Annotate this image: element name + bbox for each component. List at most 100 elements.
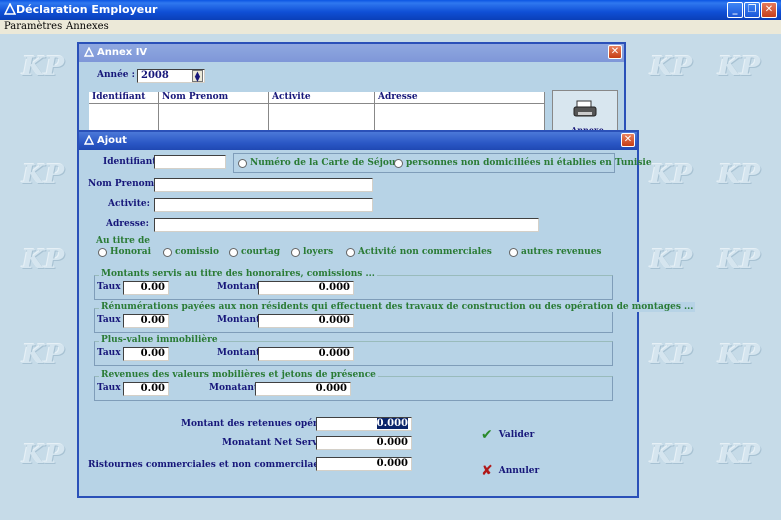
watermark-logo: KP xyxy=(650,245,693,275)
taux-field[interactable]: 0.00 xyxy=(123,314,169,328)
montant-field[interactable]: 0.000 xyxy=(258,347,354,361)
taux-field[interactable]: 0.00 xyxy=(123,382,169,396)
identifiant-field[interactable] xyxy=(154,155,226,169)
id-type-group: Numéro de la Carte de Séjour personnes n… xyxy=(233,153,652,173)
col-identifiant[interactable]: Identifiant xyxy=(89,92,159,104)
print-annexe-button[interactable]: Annexe xyxy=(552,90,618,135)
au-titre-label: Au titre de xyxy=(96,236,151,246)
radio-label: Numéro de la Carte de Séjour xyxy=(250,158,401,168)
radio-courtage[interactable]: courtag xyxy=(229,247,280,257)
radio-circle-icon xyxy=(346,247,355,257)
window-logo-icon xyxy=(83,46,95,60)
watermark-logo: KP xyxy=(650,52,693,82)
retenues-value: 0.000 xyxy=(376,418,408,429)
watermark-logo: KP xyxy=(718,440,761,470)
watermark-logo: KP xyxy=(22,245,65,275)
watermark-logo: KP xyxy=(650,440,693,470)
watermark-logo: KP xyxy=(22,52,65,82)
app-logo-icon xyxy=(3,2,17,15)
radio-circle-icon xyxy=(394,158,403,168)
net-servi-label: Monatant Net Servi : xyxy=(222,438,328,448)
group-title: Rénumérations payées aux non résidents q… xyxy=(99,302,696,312)
radio-label: loyers xyxy=(303,247,334,257)
activite-label: Activite: xyxy=(108,199,150,209)
valider-button[interactable]: ✔ Valider xyxy=(481,427,534,443)
radio-label: personnes non domiciliées ni établies en… xyxy=(406,158,652,168)
taux-field[interactable]: 0.00 xyxy=(123,281,169,295)
annuler-label: Annuler xyxy=(498,466,540,476)
radio-autres-revenues[interactable]: autres revenues xyxy=(509,247,602,257)
minimize-icon[interactable]: _ xyxy=(727,2,743,18)
au-titre-group: Au titre de Honorai comissio courtag loy… xyxy=(96,236,617,262)
annee-spinner[interactable]: 2008 ▲ ▼ xyxy=(137,69,205,83)
annex-iv-window: Annex IV ✕ Année : 2008 ▲ ▼ Identifiant N… xyxy=(77,42,626,142)
valider-label: Valider xyxy=(498,430,535,440)
radio-commissions[interactable]: comissio xyxy=(163,247,219,257)
taux-field[interactable]: 0.00 xyxy=(123,347,169,361)
ajout-window: Ajout ✕ Identifiant: Numéro de la Carte … xyxy=(77,130,696,498)
radio-non-domicilie[interactable]: personnes non domiciliées ni établies en… xyxy=(394,158,652,168)
radio-activite-non-commerciale[interactable]: Activité non commerciales xyxy=(346,247,492,257)
radio-circle-icon xyxy=(163,247,172,257)
nom-prenom-field[interactable] xyxy=(154,178,373,192)
group-title: Plus-value immobilière xyxy=(99,335,220,345)
app-title: Déclaration Employeur xyxy=(16,3,158,16)
annex-close-icon[interactable]: ✕ xyxy=(608,45,622,59)
radio-label: Activité non commerciales xyxy=(358,247,492,257)
ajout-title-bar: Ajout ✕ xyxy=(79,132,637,150)
spinner-arrows-icon[interactable]: ▲ ▼ xyxy=(192,70,203,82)
annuler-button[interactable]: ✘ Annuler xyxy=(481,463,539,479)
col-nom-prenom[interactable]: Nom Prenom xyxy=(159,92,269,104)
cross-icon: ✘ xyxy=(481,463,493,479)
watermark-logo: KP xyxy=(650,160,693,190)
montant-field[interactable]: 0.000 xyxy=(255,382,351,396)
montant-field[interactable]: 0.000 xyxy=(258,281,354,295)
watermark-logo: KP xyxy=(718,160,761,190)
radio-circle-icon xyxy=(229,247,238,257)
printer-icon xyxy=(573,99,597,122)
adresse-field[interactable] xyxy=(154,218,539,232)
radio-honoraires[interactable]: Honorai xyxy=(98,247,151,257)
montant-field[interactable]: 0.000 xyxy=(258,314,354,328)
annex-iv-title-bar: Annex IV ✕ xyxy=(79,44,624,62)
adresse-label: Adresse: xyxy=(106,219,149,229)
radio-circle-icon xyxy=(509,247,518,257)
retenues-field[interactable]: 0.000 xyxy=(316,417,412,431)
radio-label: courtag xyxy=(241,247,281,257)
net-servi-field[interactable]: 0.000 xyxy=(316,436,412,450)
identifiant-label: Identifiant: xyxy=(103,157,160,167)
radio-circle-icon xyxy=(98,247,107,257)
menu-bar: Paramètres Annexes xyxy=(0,20,781,34)
restore-icon[interactable]: ❐ xyxy=(744,2,760,18)
col-adresse[interactable]: Adresse xyxy=(375,92,545,104)
watermark-logo: KP xyxy=(22,160,65,190)
radio-label: comissio xyxy=(175,247,219,257)
watermark-logo: KP xyxy=(650,340,693,370)
watermark-logo: KP xyxy=(22,440,65,470)
radio-label: Honorai xyxy=(110,247,152,257)
app-title-bar: Déclaration Employeur _ ❐ ✕ xyxy=(0,0,781,20)
radio-loyers[interactable]: loyers xyxy=(291,247,333,257)
watermark-logo: KP xyxy=(718,52,761,82)
ristournes-field[interactable]: 0.000 xyxy=(316,457,412,471)
ajout-close-icon[interactable]: ✕ xyxy=(621,133,635,147)
activite-field[interactable] xyxy=(154,198,373,212)
radio-carte-sejour[interactable]: Numéro de la Carte de Séjour xyxy=(238,158,400,168)
watermark-logo: KP xyxy=(718,340,761,370)
radio-label: autres revenues xyxy=(521,247,602,257)
group-title: Revenues des valeurs mobilières et jeton… xyxy=(99,370,378,380)
menu-annexes[interactable]: Annexes xyxy=(66,21,109,32)
checkmark-icon: ✔ xyxy=(481,427,493,443)
close-icon[interactable]: ✕ xyxy=(761,2,777,18)
watermark-logo: KP xyxy=(718,245,761,275)
group-plus-value: Plus-value immobilière Taux : 0.00 Monta… xyxy=(94,335,613,366)
radio-circle-icon xyxy=(238,158,247,168)
group-title: Montants servis au titre des honoraires,… xyxy=(99,269,377,279)
ajout-title: Ajout xyxy=(97,135,127,146)
watermark-logo: KP xyxy=(22,340,65,370)
radio-circle-icon xyxy=(291,247,300,257)
annee-label: Année : xyxy=(97,70,135,80)
menu-parametres[interactable]: Paramètres xyxy=(4,21,62,32)
col-activite[interactable]: Activite xyxy=(269,92,375,104)
group-non-residents: Rénumérations payées aux non résidents q… xyxy=(94,302,696,333)
